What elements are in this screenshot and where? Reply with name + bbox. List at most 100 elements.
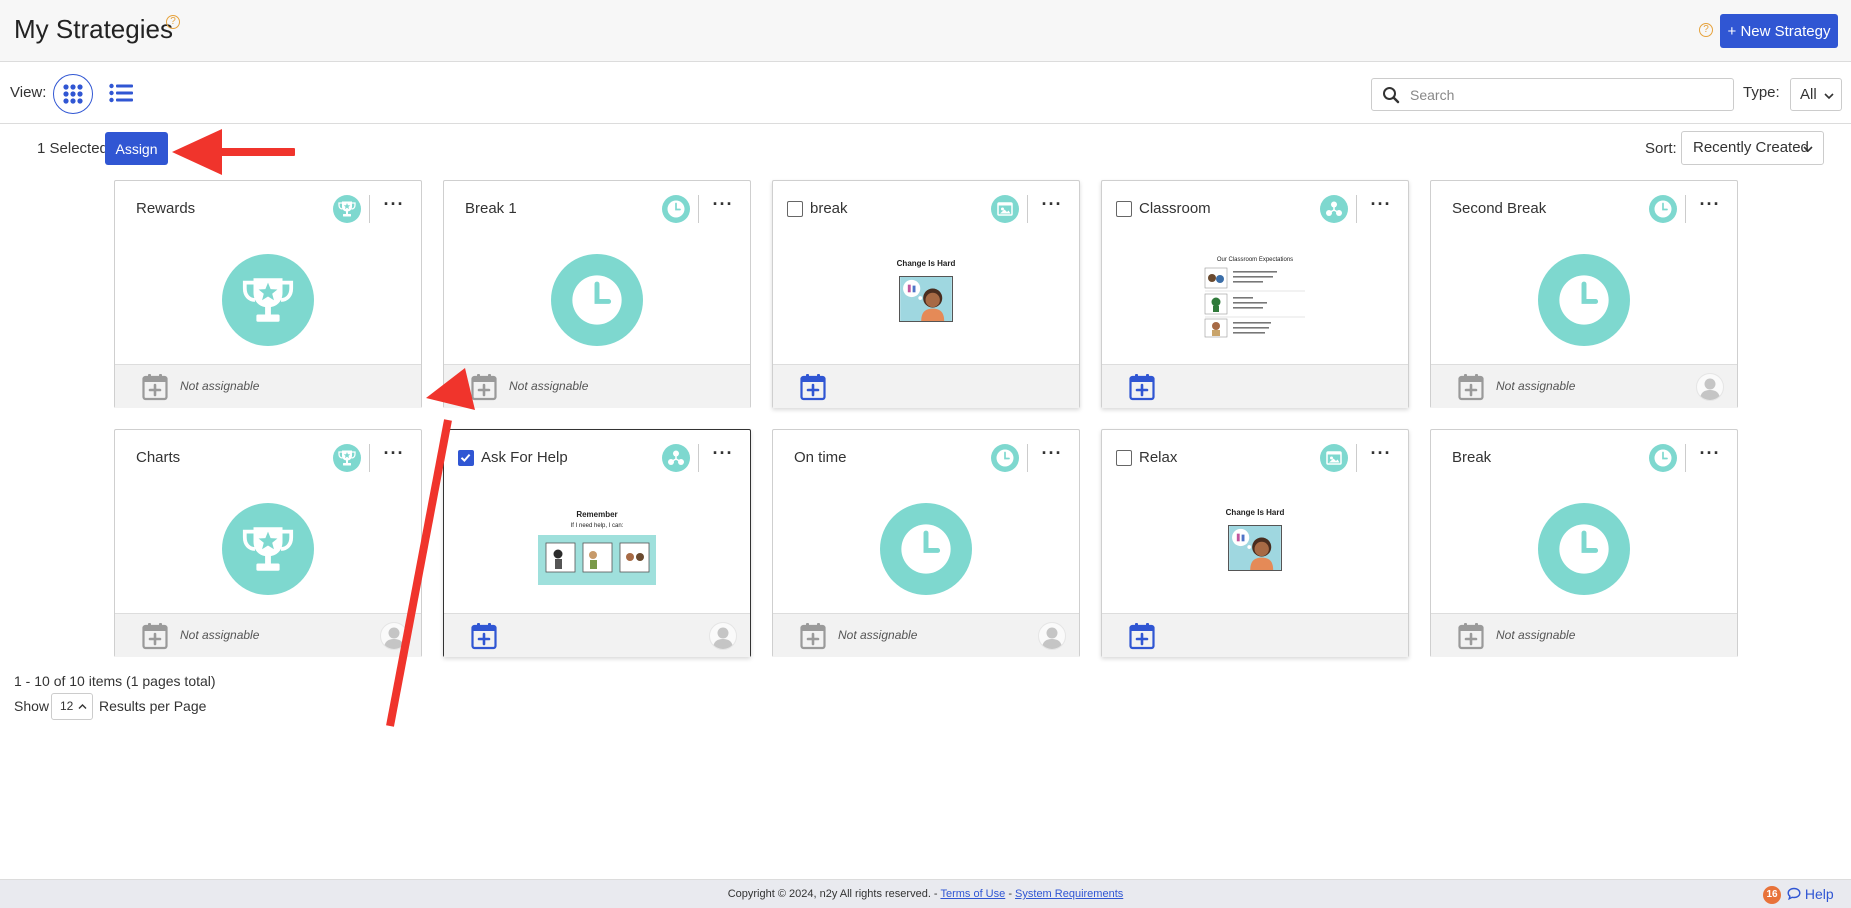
card-body[interactable]: Classroom ··· Our Classroom Expectations	[1102, 181, 1408, 364]
card-body[interactable]: Break ···	[1431, 430, 1737, 613]
sort-select[interactable]: Recently Created	[1681, 131, 1824, 165]
card-body[interactable]: break ··· Change Is Hard	[773, 181, 1079, 364]
terms-link[interactable]: Terms of Use	[940, 888, 1005, 900]
more-options-button[interactable]: ···	[1695, 444, 1725, 468]
divider	[1356, 195, 1357, 223]
schedule-button[interactable]	[1129, 622, 1155, 655]
copyright-text: Copyright © 2024, n2y All rights reserve…	[727, 888, 938, 900]
assign-button[interactable]: Assign	[105, 132, 168, 165]
more-options-button[interactable]: ···	[379, 444, 409, 468]
divider	[1685, 195, 1686, 223]
system-requirements-link[interactable]: System Requirements	[1015, 888, 1123, 900]
strategy-card[interactable]: Ask For Help ··· Remember If I need help,…	[443, 429, 751, 657]
notification-badge[interactable]: 16	[1763, 886, 1781, 904]
schedule-button[interactable]	[471, 622, 497, 655]
card-body[interactable]: On time ···	[773, 430, 1079, 613]
more-options-button[interactable]: ···	[708, 195, 738, 219]
toolbar: View: Type: All	[0, 62, 1851, 124]
ellipsis-icon: ···	[1041, 194, 1063, 214]
strategy-card[interactable]: Second Break ··· Not assignable	[1430, 180, 1738, 408]
help-label: Help	[1804, 886, 1834, 902]
strategy-type-badge	[991, 444, 1019, 472]
strategy-type-badge	[1649, 195, 1677, 223]
strategy-card[interactable]: break ··· Change Is Hard	[772, 180, 1080, 408]
help-icon[interactable]: ?	[166, 15, 180, 29]
avatar-icon	[1700, 378, 1720, 400]
picture-icon	[1324, 448, 1344, 468]
copyright: Copyright © 2024, n2y All rights reserve…	[0, 888, 1851, 900]
search-input[interactable]	[1410, 83, 1726, 107]
card-body[interactable]: Break 1 ···	[444, 181, 750, 364]
divider	[698, 195, 699, 223]
strategy-card[interactable]: Charts ··· Not assignable	[114, 429, 422, 657]
clock-icon	[1653, 448, 1673, 468]
strategy-type-badge	[1649, 444, 1677, 472]
select-checkbox[interactable]	[787, 201, 803, 217]
divider	[698, 444, 699, 472]
card-footer	[773, 364, 1079, 408]
select-checkbox[interactable]	[458, 450, 474, 466]
schedule-button	[1458, 622, 1484, 655]
more-options-button[interactable]: ···	[1695, 195, 1725, 219]
strategy-card[interactable]: Relax ··· Change Is Hard	[1101, 429, 1409, 657]
assignability-status: Not assignable	[180, 628, 260, 642]
avatar	[1038, 622, 1066, 650]
type-select[interactable]: All	[1790, 78, 1842, 111]
show-label: Show	[14, 698, 50, 714]
network-icon	[666, 448, 686, 468]
more-options-button[interactable]: ···	[708, 443, 738, 468]
strategy-card[interactable]: Break 1 ··· Not assignable	[443, 180, 751, 408]
divider	[369, 444, 370, 472]
sort-label: Sort:	[1645, 140, 1677, 157]
ellipsis-icon: ···	[383, 194, 405, 214]
per-page-select[interactable]: 12	[51, 693, 93, 720]
strategy-card[interactable]: On time ··· Not assignable	[772, 429, 1080, 657]
clock-icon	[1538, 254, 1630, 346]
network-icon	[1324, 199, 1344, 219]
help-button[interactable]: Help	[1787, 886, 1834, 902]
more-options-button[interactable]: ···	[379, 194, 409, 219]
strategy-type-badge	[1320, 195, 1348, 223]
more-options-button[interactable]: ···	[1366, 444, 1396, 468]
card-title: Classroom	[1139, 200, 1211, 217]
avatar-icon	[713, 627, 733, 649]
card-body[interactable]: Charts ···	[115, 430, 421, 613]
card-footer	[1102, 613, 1408, 657]
sort-select-value: Recently Created	[1693, 139, 1809, 156]
more-options-button[interactable]: ···	[1366, 195, 1396, 219]
card-footer: Not assignable	[115, 364, 421, 408]
thumbnail-subtitle: If I need help, I can:	[570, 523, 624, 529]
strategy-card[interactable]: Break ··· Not assignable	[1430, 429, 1738, 657]
more-options-button[interactable]: ···	[1037, 194, 1067, 219]
avatar-icon	[1042, 627, 1062, 649]
ellipsis-icon: ···	[712, 443, 734, 463]
schedule-button[interactable]	[1129, 373, 1155, 406]
divider	[1685, 444, 1686, 472]
footer-separator: -	[1008, 888, 1012, 900]
help-icon[interactable]: ?	[1699, 23, 1713, 37]
schedule-button	[142, 622, 168, 655]
assignability-status: Not assignable	[180, 379, 260, 393]
calendar-add-icon	[142, 374, 168, 401]
clock-icon	[666, 199, 686, 219]
card-body[interactable]: Rewards ···	[115, 181, 421, 364]
trophy-icon	[222, 254, 314, 346]
clock-icon	[1653, 199, 1673, 219]
list-view-button[interactable]	[106, 78, 136, 108]
search-icon	[1383, 87, 1400, 104]
help-options-illustration	[538, 535, 656, 585]
card-footer: Not assignable	[115, 613, 421, 657]
strategy-card[interactable]: Classroom ··· Our Classroom Expectations	[1101, 180, 1409, 408]
schedule-button[interactable]	[800, 373, 826, 406]
select-checkbox[interactable]	[1116, 450, 1132, 466]
card-body[interactable]: Relax ··· Change Is Hard	[1102, 430, 1408, 613]
card-body[interactable]: Ask For Help ··· Remember If I need help,…	[444, 430, 750, 613]
more-options-button[interactable]: ···	[1037, 444, 1067, 468]
card-footer: Not assignable	[444, 364, 750, 408]
results-per-page-label: Results per Page	[99, 698, 207, 714]
card-body[interactable]: Second Break ···	[1431, 181, 1737, 364]
select-checkbox[interactable]	[1116, 201, 1132, 217]
grid-view-button[interactable]	[53, 74, 93, 114]
new-strategy-button[interactable]: + New Strategy	[1720, 14, 1838, 48]
strategy-card[interactable]: Rewards ··· Not assignable	[114, 180, 422, 408]
